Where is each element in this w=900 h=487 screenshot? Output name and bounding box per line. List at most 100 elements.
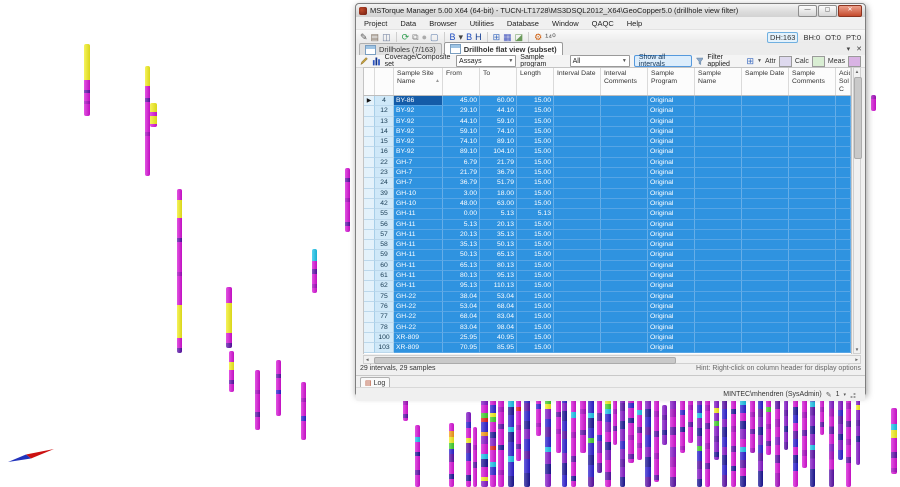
vertical-scrollbar[interactable]: ▲ ▼	[853, 67, 861, 354]
cell-from[interactable]: 21.79	[443, 168, 480, 178]
table-row[interactable]: 58GH-1135.1350.1315.00Original	[364, 240, 851, 250]
cell-sample-program[interactable]: Original	[648, 281, 695, 291]
cell-sample-program[interactable]: Original	[648, 292, 695, 302]
cell-to[interactable]: 63.00	[480, 199, 517, 209]
cell-acid-sol[interactable]	[836, 323, 851, 333]
cell-to[interactable]: 74.10	[480, 127, 517, 137]
drillhole-trace[interactable]	[588, 391, 594, 487]
edit-pencil-icon[interactable]: ✎	[360, 32, 368, 43]
cell-interval-date[interactable]	[554, 199, 601, 209]
cell-to[interactable]: 36.79	[480, 168, 517, 178]
cell-sample-comments[interactable]	[789, 106, 836, 116]
cell-sample-site-name[interactable]: GH-11	[394, 281, 443, 291]
cell-to[interactable]: 18.00	[480, 189, 517, 199]
cell-to[interactable]: 85.95	[480, 343, 517, 353]
cell-interval-comments[interactable]	[601, 240, 648, 250]
cell-to[interactable]: 5.13	[480, 209, 517, 219]
drillhole-trace[interactable]	[229, 351, 234, 392]
cell-sample-site-name[interactable]: GH-22	[394, 312, 443, 322]
cell-acid-sol[interactable]	[836, 127, 851, 137]
cell-to[interactable]: 21.79	[480, 158, 517, 168]
cell-length[interactable]: 15.00	[517, 271, 554, 281]
cell-sample-date[interactable]	[742, 209, 789, 219]
cell-sample-name[interactable]	[695, 302, 742, 312]
cell-interval-comments[interactable]	[601, 127, 648, 137]
cell-sample-name[interactable]	[695, 333, 742, 343]
cell-sample-site-name[interactable]: GH-7	[394, 168, 443, 178]
column-header-interval-comments[interactable]: Interval Comments	[601, 68, 648, 95]
menu-help[interactable]: Help	[627, 19, 642, 28]
drillhole-trace[interactable]	[545, 391, 551, 487]
cell-sample-name[interactable]	[695, 96, 742, 106]
cell-sample-name[interactable]	[695, 230, 742, 240]
drillhole-trace[interactable]	[312, 249, 317, 293]
sample-program-select[interactable]: All▼	[570, 55, 630, 67]
cell-sample-program[interactable]: Original	[648, 240, 695, 250]
table-row[interactable]: 77GH-2268.0483.0415.00Original	[364, 312, 851, 322]
table-row[interactable]: 56GH-115.1320.1315.00Original	[364, 220, 851, 230]
cell-sample-date[interactable]	[742, 323, 789, 333]
table-row[interactable]: 59GH-1150.1365.1315.00Original	[364, 250, 851, 260]
cell-from[interactable]: 0.00	[443, 209, 480, 219]
cell-acid-sol[interactable]	[836, 209, 851, 219]
drillhole-trace[interactable]	[705, 391, 710, 487]
drillhole-trace[interactable]	[597, 391, 602, 473]
drillhole-trace[interactable]	[84, 44, 90, 116]
cell-interval-date[interactable]	[554, 220, 601, 230]
cell-sample-site-name[interactable]: GH-11	[394, 220, 443, 230]
cell-sample-site-name[interactable]: BY-92	[394, 147, 443, 157]
cell-sample-site-name[interactable]: GH-7	[394, 178, 443, 188]
cell-sample-comments[interactable]	[789, 117, 836, 127]
column-header-to[interactable]: To	[480, 68, 517, 95]
cell-from[interactable]: 48.00	[443, 199, 480, 209]
cell-sample-program[interactable]: Original	[648, 189, 695, 199]
cell-sample-name[interactable]	[695, 106, 742, 116]
cell-interval-date[interactable]	[554, 281, 601, 291]
cell-length[interactable]: 15.00	[517, 333, 554, 343]
filter-funnel-icon[interactable]	[696, 57, 704, 66]
cell-to[interactable]: 20.13	[480, 220, 517, 230]
cell-length[interactable]: 15.00	[517, 220, 554, 230]
cell-from[interactable]: 38.04	[443, 292, 480, 302]
cell-from[interactable]: 45.00	[443, 96, 480, 106]
cell-sample-date[interactable]	[742, 199, 789, 209]
drillhole-trace[interactable]	[276, 360, 281, 416]
cell-acid-sol[interactable]	[836, 96, 851, 106]
cell-sample-name[interactable]	[695, 271, 742, 281]
grid-columns-icon[interactable]: ⊞	[746, 56, 754, 67]
cell-interval-comments[interactable]	[601, 333, 648, 343]
drillhole-trace[interactable]	[637, 400, 642, 460]
cell-from[interactable]: 68.04	[443, 312, 480, 322]
cell-sample-program[interactable]: Original	[648, 106, 695, 116]
drillhole-trace[interactable]	[508, 391, 514, 487]
table-row[interactable]: 75GH-2238.0453.0415.00Original	[364, 292, 851, 302]
drillhole-trace[interactable]	[150, 103, 157, 127]
cell-interval-date[interactable]	[554, 147, 601, 157]
drillhole-trace[interactable]	[680, 398, 685, 453]
cell-sample-comments[interactable]	[789, 168, 836, 178]
cell-from[interactable]: 5.13	[443, 220, 480, 230]
cell-length[interactable]: 15.00	[517, 281, 554, 291]
maximize-button[interactable]: ▢	[818, 5, 837, 17]
cell-acid-sol[interactable]	[836, 240, 851, 250]
cell-sample-date[interactable]	[742, 106, 789, 116]
drillhole-trace[interactable]	[750, 398, 755, 453]
cell-interval-date[interactable]	[554, 137, 601, 147]
cell-interval-date[interactable]	[554, 261, 601, 271]
table-row[interactable]: 76GH-2253.0468.0415.00Original	[364, 302, 851, 312]
cell-sample-site-name[interactable]: BY-86	[394, 96, 443, 106]
cell-sample-comments[interactable]	[789, 343, 836, 353]
cell-sample-comments[interactable]	[789, 199, 836, 209]
cell-from[interactable]: 53.04	[443, 302, 480, 312]
cell-interval-comments[interactable]	[601, 96, 648, 106]
cell-sample-name[interactable]	[695, 178, 742, 188]
cell-acid-sol[interactable]	[836, 281, 851, 291]
cell-sample-program[interactable]: Original	[648, 323, 695, 333]
column-header-blank-1[interactable]	[375, 68, 394, 95]
cell-interval-date[interactable]	[554, 323, 601, 333]
cell-interval-comments[interactable]	[601, 323, 648, 333]
cell-acid-sol[interactable]	[836, 178, 851, 188]
cell-sample-comments[interactable]	[789, 292, 836, 302]
cell-interval-date[interactable]	[554, 292, 601, 302]
drillhole-trace[interactable]	[670, 391, 676, 487]
